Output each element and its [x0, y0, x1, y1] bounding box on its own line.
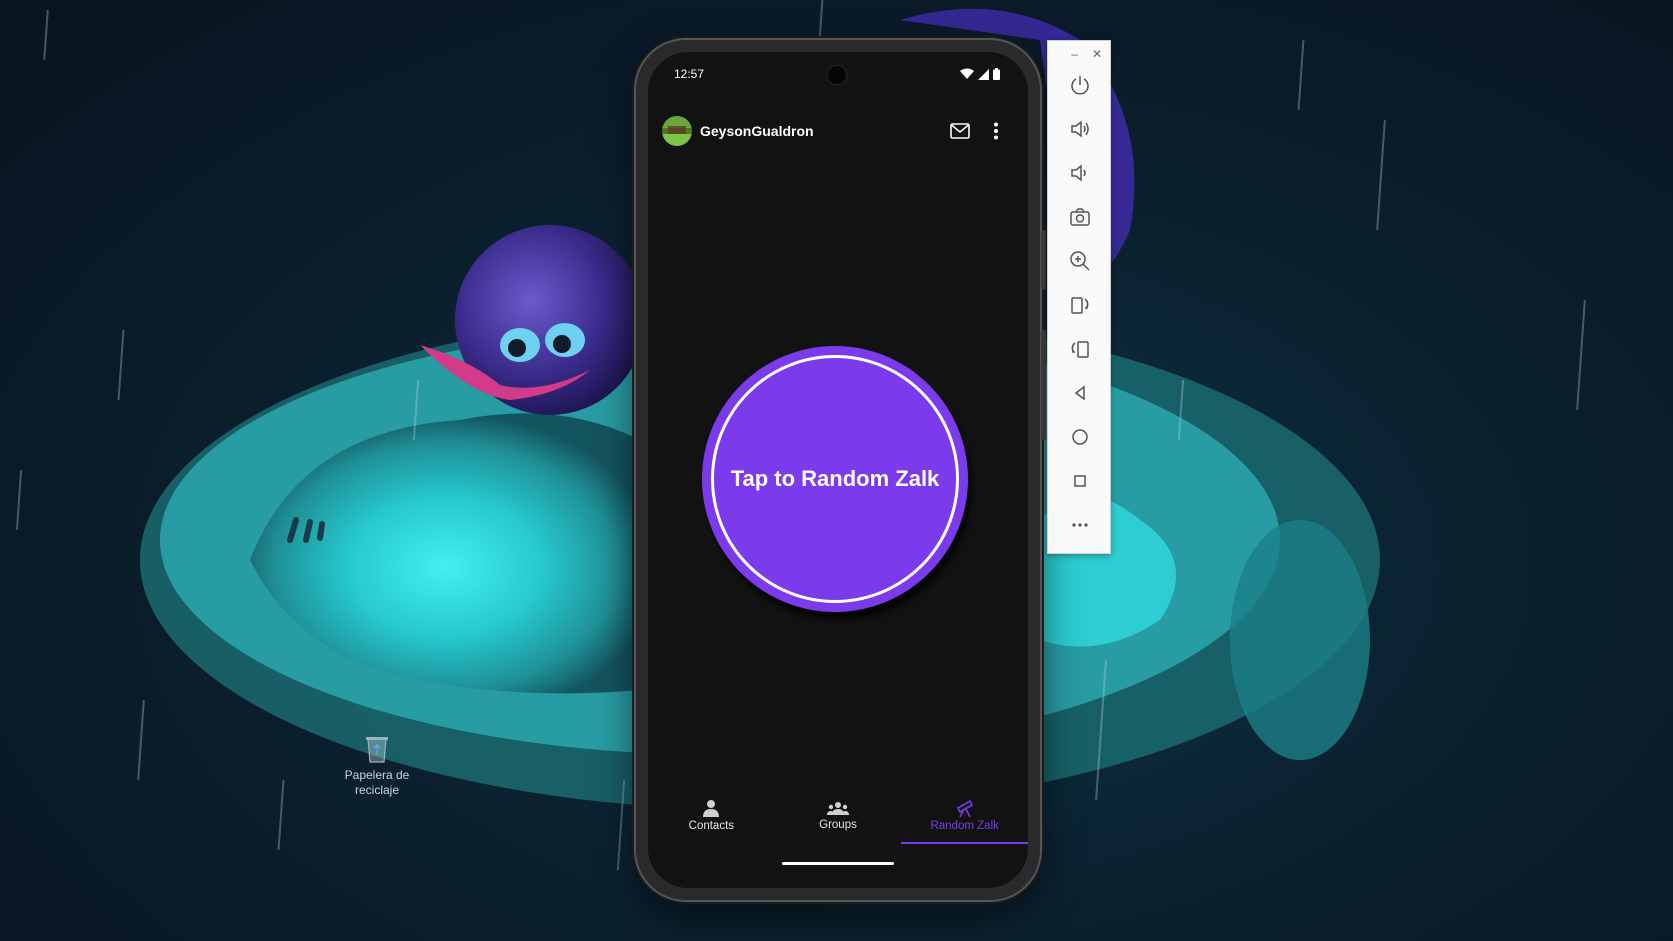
back-triangle-icon: [1074, 385, 1085, 401]
volume-up-button[interactable]: [1048, 107, 1112, 151]
recycle-bin-shortcut[interactable]: Papelera de reciclaje: [332, 734, 422, 798]
rotate-left-button[interactable]: [1048, 283, 1112, 327]
phone-frame: 12:57 GeysonGualdron Tap to Random Zalk …: [636, 40, 1046, 900]
toolbar-window-controls: – ✕: [1048, 41, 1110, 63]
close-icon[interactable]: ✕: [1092, 47, 1102, 63]
phone-screen: 12:57 GeysonGualdron Tap to Random Zalk …: [648, 52, 1028, 888]
overflow-menu-button[interactable]: [978, 113, 1014, 149]
more-options-button[interactable]: [1048, 503, 1112, 547]
random-zalk-button-label: Tap to Random Zalk: [730, 466, 940, 491]
minimize-icon[interactable]: –: [1071, 47, 1078, 63]
front-camera: [826, 64, 848, 86]
screenshot-button[interactable]: [1048, 195, 1112, 239]
nav-item-random-zalk[interactable]: Random Zalk: [901, 782, 1028, 844]
nav-label-groups: Groups: [819, 818, 857, 831]
gesture-navigation-bar[interactable]: [782, 862, 894, 865]
camera-icon: [1070, 208, 1090, 226]
home-button[interactable]: [1048, 415, 1112, 459]
zoom-button[interactable]: [1048, 239, 1112, 283]
rotate-right-icon: [1071, 341, 1089, 358]
recycle-bin-label: Papelera de reciclaje: [344, 768, 410, 797]
random-zalk-button[interactable]: Tap to Random Zalk: [702, 346, 968, 612]
cellular-signal-icon: [978, 68, 989, 80]
volume-down-button[interactable]: [1048, 151, 1112, 195]
rotate-left-icon: [1071, 297, 1089, 314]
nav-item-contacts[interactable]: Contacts: [648, 782, 775, 844]
nav-item-groups[interactable]: Groups: [775, 782, 902, 844]
battery-icon: [993, 68, 1000, 80]
zoom-in-icon: [1070, 251, 1090, 271]
wifi-icon: [960, 68, 974, 79]
person-icon: [703, 799, 720, 817]
nav-label-contacts: Contacts: [688, 819, 735, 832]
overview-button[interactable]: [1048, 459, 1112, 503]
emulator-toolbar: – ✕: [1047, 40, 1111, 554]
status-icons: [960, 68, 1000, 80]
groups-icon: [827, 801, 849, 815]
more-horiz-icon: [1072, 523, 1088, 527]
nav-label-random-zalk: Random Zalk: [930, 819, 999, 832]
telescope-icon: [956, 799, 973, 817]
recycle-bin-icon: [366, 737, 388, 763]
rotate-right-button[interactable]: [1048, 327, 1112, 371]
mail-icon: [950, 123, 970, 139]
avatar[interactable]: [662, 116, 692, 146]
status-time: 12:57: [674, 67, 705, 81]
overview-square-icon: [1074, 475, 1086, 487]
volume-down-icon: [1071, 164, 1086, 182]
home-circle-icon: [1072, 429, 1088, 445]
power-icon: [1071, 76, 1089, 95]
bottom-navigation: Contacts Groups Random Zalk: [648, 782, 1028, 844]
messages-button[interactable]: [942, 113, 978, 149]
app-bar: GeysonGualdron: [648, 104, 1028, 158]
username-label: GeysonGualdron: [700, 123, 814, 139]
power-button[interactable]: [1048, 63, 1112, 107]
back-button[interactable]: [1048, 371, 1112, 415]
more-vert-icon: [994, 122, 998, 140]
phone-power-button: [1041, 230, 1046, 290]
volume-up-icon: [1071, 120, 1089, 138]
phone-volume-button: [1041, 330, 1046, 440]
